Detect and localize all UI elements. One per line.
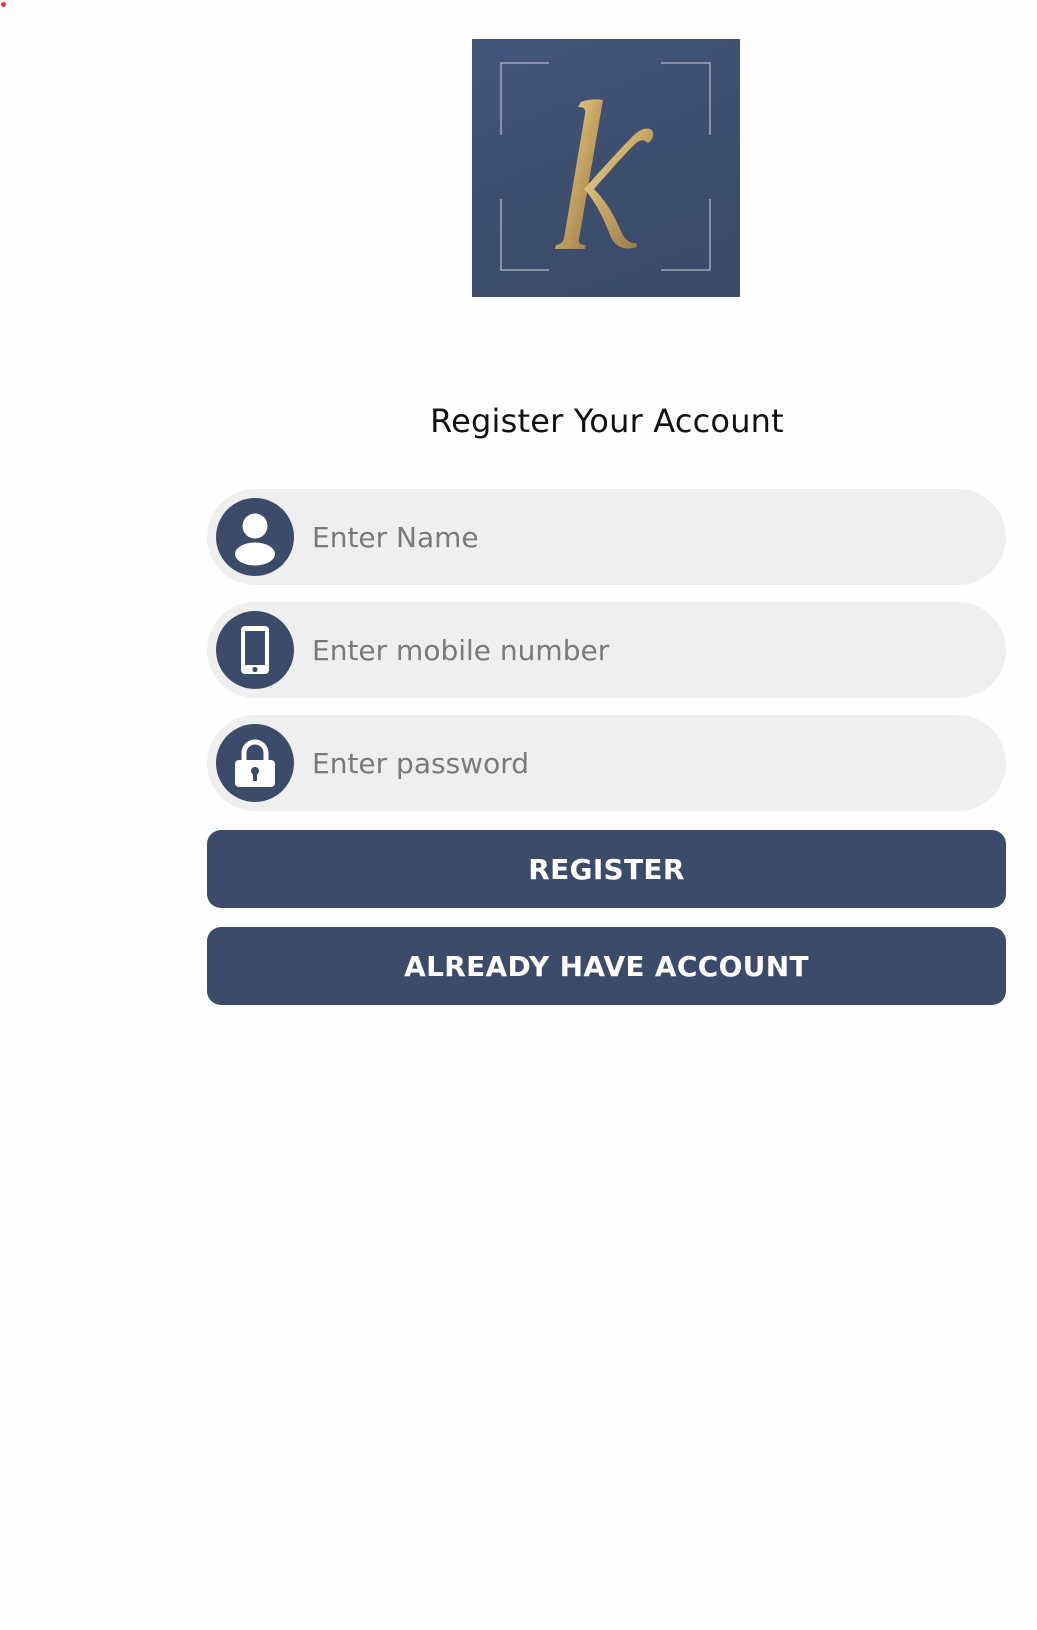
phone-icon <box>216 611 294 689</box>
mobile-field[interactable] <box>207 602 1006 698</box>
brand-logo <box>472 39 740 297</box>
name-field[interactable] <box>207 489 1006 585</box>
register-button[interactable]: REGISTER <box>207 830 1006 908</box>
mobile-input[interactable] <box>312 602 972 698</box>
user-icon <box>216 498 294 576</box>
name-input[interactable] <box>312 489 972 585</box>
page-title: Register Your Account <box>430 402 784 440</box>
password-input[interactable] <box>312 715 972 811</box>
already-have-account-button[interactable]: ALREADY HAVE ACCOUNT <box>207 927 1006 1005</box>
status-dot <box>1 2 6 7</box>
logo-k-mark <box>500 62 711 271</box>
password-field[interactable] <box>207 715 1006 811</box>
lock-icon <box>216 724 294 802</box>
